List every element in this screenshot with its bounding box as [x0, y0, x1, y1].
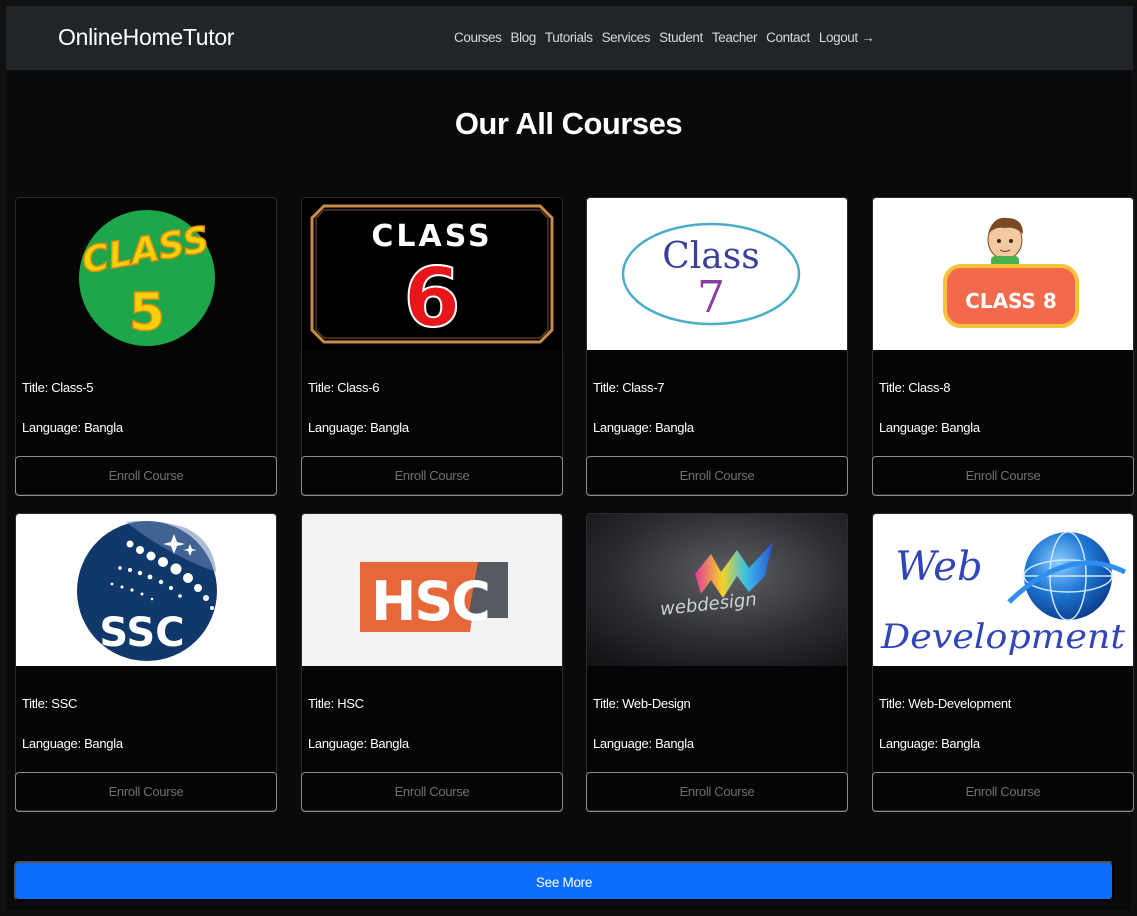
course-image-web-development: Web Development: [873, 514, 1133, 666]
nav-link-teacher[interactable]: Teacher: [712, 30, 758, 45]
course-language: Language: Bangla: [22, 420, 123, 435]
nav-link-student[interactable]: Student: [659, 30, 703, 45]
course-image-web-design: webdesign: [587, 514, 847, 666]
course-title: Title: Class-6: [308, 380, 380, 395]
course-language: Language: Bangla: [308, 420, 409, 435]
enroll-course-button[interactable]: Enroll Course: [586, 456, 848, 496]
nav-link-services[interactable]: Services: [602, 30, 651, 45]
nav-link-tutorials[interactable]: Tutorials: [545, 30, 593, 45]
course-image-text: HSC: [371, 570, 489, 633]
enroll-course-button[interactable]: Enroll Course: [872, 772, 1134, 812]
course-title: Title: Class-8: [879, 380, 951, 395]
course-image-text: 6: [403, 251, 460, 346]
course-image-text: Development: [880, 617, 1125, 657]
course-title: Title: Web-Design: [593, 696, 691, 711]
course-image-class-8: CLASS 8: [873, 198, 1133, 350]
course-image-text: CLASS 8: [965, 289, 1057, 313]
nav-link-courses[interactable]: Courses: [454, 30, 502, 45]
see-more-button[interactable]: See More: [14, 861, 1114, 901]
course-title: Title: Class-5: [22, 380, 94, 395]
course-image-hsc: HSC: [302, 514, 562, 666]
course-image-text: Web: [895, 544, 982, 590]
course-language: Language: Bangla: [22, 736, 123, 751]
enroll-course-button[interactable]: Enroll Course: [301, 772, 563, 812]
course-title: Title: SSC: [22, 696, 78, 711]
nav-links: Courses Blog Tutorials Services Student …: [454, 30, 875, 45]
course-card-class-8: CLASS 8 Title: Class-8 Language: Bangla …: [872, 197, 1134, 496]
page-title: Our All Courses: [454, 106, 683, 141]
nav-link-blog[interactable]: Blog: [510, 30, 536, 45]
enroll-course-button[interactable]: Enroll Course: [15, 772, 277, 812]
course-image-text: CLASS: [371, 219, 492, 254]
course-card-web-design: webdesign Title: Web-Design Language: Ba…: [586, 513, 848, 812]
course-card-ssc: SSC Title: SSC Language: Bangla Enroll C…: [15, 513, 277, 812]
course-image-text: 7: [697, 272, 725, 323]
course-card-web-development: Web Development Title: Web-Development L…: [872, 513, 1134, 812]
course-image-text: 5: [129, 283, 165, 343]
course-image-text: Class: [662, 236, 759, 277]
course-title: Title: Web-Development: [879, 696, 1012, 711]
course-language: Language: Bangla: [308, 736, 409, 751]
enroll-course-button[interactable]: Enroll Course: [301, 456, 563, 496]
course-language: Language: Bangla: [593, 420, 694, 435]
course-image-class-5: CLASS 5: [16, 198, 276, 350]
course-card-class-6: CLASS 6 Title: Class-6 Language: Bangla …: [301, 197, 563, 496]
course-language: Language: Bangla: [879, 420, 980, 435]
course-card-class-5: CLASS 5 Title: Class-5 Language: Bangla …: [15, 197, 277, 496]
enroll-course-button[interactable]: Enroll Course: [15, 456, 277, 496]
course-image-class-6: CLASS 6: [302, 198, 562, 350]
navbar: OnlineHomeTutor Courses Blog Tutorials S…: [6, 6, 1133, 70]
course-image-text: SSC: [99, 610, 184, 656]
course-language: Language: Bangla: [879, 736, 980, 751]
nav-link-logout[interactable]: Logout →: [819, 30, 875, 45]
enroll-course-button[interactable]: Enroll Course: [586, 772, 848, 812]
course-language: Language: Bangla: [593, 736, 694, 751]
course-image-ssc: SSC: [16, 514, 276, 666]
course-title: Title: HSC: [308, 696, 364, 711]
course-title: Title: Class-7: [593, 380, 665, 395]
course-card-hsc: HSC Title: HSC Language: Bangla Enroll C…: [301, 513, 563, 812]
enroll-course-button[interactable]: Enroll Course: [872, 456, 1134, 496]
course-card-class-7: Class 7 Title: Class-7 Language: Bangla …: [586, 197, 848, 496]
course-image-class-7: Class 7: [587, 198, 847, 350]
nav-link-contact[interactable]: Contact: [766, 30, 810, 45]
brand-logo[interactable]: OnlineHomeTutor: [58, 24, 234, 51]
